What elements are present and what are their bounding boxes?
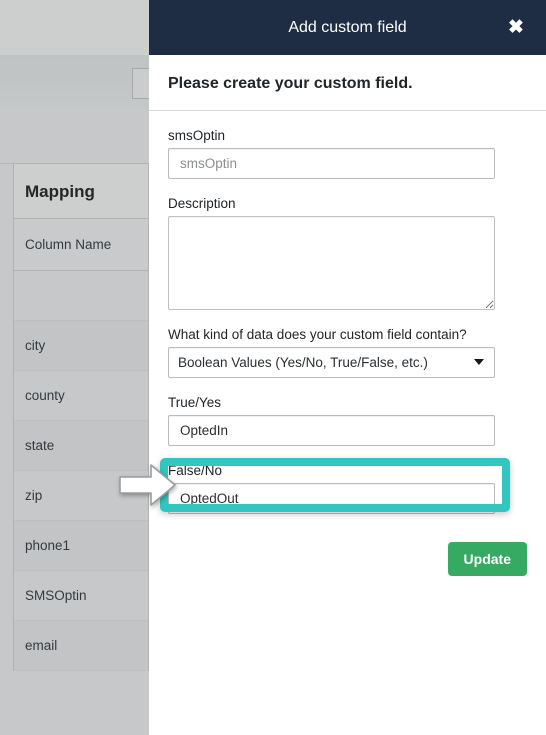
field-label-description: Description — [168, 196, 236, 211]
field-label-true-yes: True/Yes — [168, 395, 222, 410]
add-custom-field-modal: Add custom field ✖ Please create your cu… — [149, 0, 546, 735]
table-row[interactable] — [14, 271, 148, 321]
data-kind-select[interactable]: Boolean Values (Yes/No, True/False, etc.… — [168, 347, 495, 378]
update-button[interactable]: Update — [447, 542, 527, 576]
custom-field-description-textarea[interactable] — [168, 216, 495, 310]
table-row[interactable]: city — [14, 321, 148, 371]
true-yes-value-input[interactable] — [168, 415, 495, 446]
table-row[interactable]: SMSOptin — [14, 571, 148, 621]
modal-header: Add custom field ✖ — [149, 0, 546, 55]
custom-field-name-input[interactable] — [168, 148, 495, 179]
arrow-right-icon — [119, 464, 176, 506]
modal-subtitle: Please create your custom field. — [168, 75, 413, 92]
field-label-data-kind: What kind of data does your custom field… — [168, 327, 467, 342]
background-toolbar — [0, 55, 149, 160]
field-label-name: smsOptin — [168, 128, 226, 143]
close-icon[interactable]: ✖ — [498, 0, 534, 55]
modal-body: smsOptin Description What kind of data d… — [149, 111, 546, 514]
mapping-table-title: Mapping — [14, 164, 148, 219]
modal-title: Add custom field — [288, 19, 407, 36]
false-no-value-input[interactable] — [168, 483, 495, 514]
mapping-table: Mapping Column Name city county state zi… — [13, 163, 149, 671]
table-row[interactable]: county — [14, 371, 148, 421]
modal-footer: Update — [149, 514, 546, 576]
table-row[interactable]: email — [14, 621, 148, 671]
background-topbar — [0, 0, 149, 55]
field-label-false-no: False/No — [168, 463, 223, 478]
table-row[interactable]: phone1 — [14, 521, 148, 571]
mapping-column-header: Column Name — [14, 219, 148, 271]
data-kind-select-wrap: Boolean Values (Yes/No, True/False, etc.… — [168, 347, 495, 378]
